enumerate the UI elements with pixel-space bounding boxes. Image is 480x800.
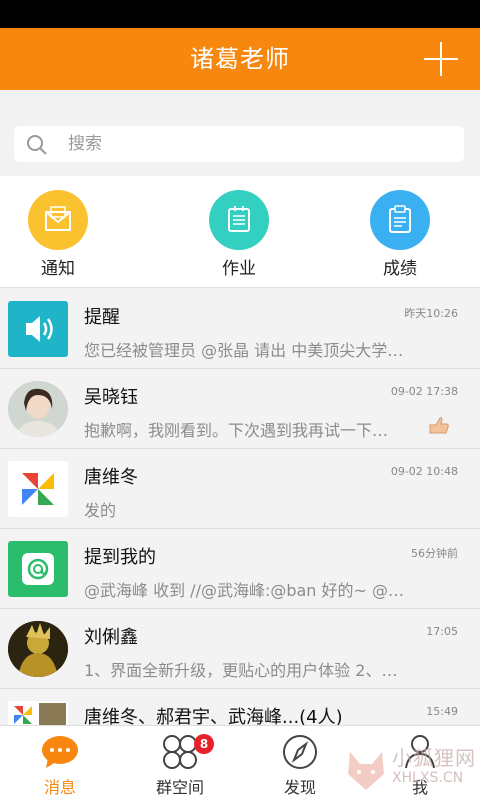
search-placeholder: 搜索 bbox=[68, 134, 102, 154]
tab-messages[interactable]: 消息 bbox=[0, 726, 120, 800]
notice-circle bbox=[28, 190, 88, 250]
shortcut-homework[interactable]: 作业 bbox=[189, 190, 289, 280]
homework-circle bbox=[209, 190, 269, 250]
search-input[interactable]: 搜索 bbox=[14, 126, 464, 162]
conversation-preview: 您已经被管理员 @张晶 请出 中美顶尖大学… bbox=[84, 341, 404, 360]
tab-discover[interactable]: 发现 bbox=[240, 726, 360, 800]
tab-me[interactable]: 我 bbox=[360, 726, 480, 800]
tab-me-label: 我 bbox=[411, 778, 428, 797]
conversation-name: 吴晓钰 bbox=[84, 387, 138, 408]
shortcut-grades[interactable]: 成绩 bbox=[350, 190, 450, 280]
status-bar bbox=[0, 0, 480, 28]
grades-circle bbox=[370, 190, 430, 250]
conversation-time: 昨天10:26 bbox=[404, 307, 458, 320]
conversation-preview: 发的 bbox=[84, 501, 117, 520]
list-item[interactable]: 唐维冬 09-02 10:48 发的 bbox=[0, 449, 480, 529]
compass-icon bbox=[283, 735, 317, 769]
bottom-tab-bar: 消息 8 群空间 发现 我 bbox=[0, 725, 480, 800]
conversation-name: 唐维冬 bbox=[84, 467, 138, 488]
list-item[interactable]: 唐维冬、郝君宇、武海峰...(4人) 15:49 bbox=[0, 689, 480, 725]
add-plus-icon[interactable] bbox=[424, 42, 458, 76]
list-item[interactable]: 吴晓钰 09-02 17:38 抱歉啊，我刚看到。下次遇到我再试一下… bbox=[0, 369, 480, 449]
group-avatar bbox=[8, 701, 68, 725]
envelope-icon bbox=[45, 206, 71, 231]
conversation-preview: @武海峰 收到 //@武海峰:@ban 好的~ @… bbox=[84, 581, 405, 600]
conversation-list: 提醒 昨天10:26 您已经被管理员 @张晶 请出 中美顶尖大学… 吴晓钰 09… bbox=[0, 289, 480, 725]
shortcut-notice-label: 通知 bbox=[41, 259, 75, 279]
clipboard-icon bbox=[389, 205, 411, 233]
list-item[interactable]: 刘俐鑫 17:05 1、界面全新升级，更贴心的用户体验 2、… bbox=[0, 609, 480, 689]
thumbs-up-emoji-icon bbox=[429, 417, 449, 434]
tab-group-space[interactable]: 8 群空间 bbox=[120, 726, 240, 800]
shortcut-homework-label: 作业 bbox=[222, 259, 256, 279]
conversation-time: 17:05 bbox=[426, 625, 458, 638]
user-photo-avatar bbox=[8, 381, 68, 437]
shortcut-bar: 通知 作业 成绩 bbox=[0, 176, 480, 288]
conversation-time: 09-02 10:48 bbox=[390, 465, 458, 478]
unread-badge: 8 bbox=[194, 734, 214, 754]
speaker-icon bbox=[8, 301, 68, 357]
conversation-name: 提醒 bbox=[84, 307, 120, 328]
list-item[interactable]: 提醒 昨天10:26 您已经被管理员 @张晶 请出 中美顶尖大学… bbox=[0, 289, 480, 369]
tab-group-space-label: 群空间 bbox=[155, 778, 204, 797]
conversation-time: 09-02 17:38 bbox=[390, 385, 458, 398]
conversation-time: 15:49 bbox=[426, 705, 458, 718]
user-photo-avatar bbox=[8, 621, 68, 677]
notepad-icon bbox=[228, 206, 250, 232]
conversation-preview: 抱歉啊，我刚看到。下次遇到我再试一下… bbox=[84, 421, 389, 440]
app-bar: 诸葛老师 bbox=[0, 28, 480, 90]
tab-messages-label: 消息 bbox=[43, 778, 76, 797]
person-icon bbox=[405, 735, 435, 769]
tab-discover-label: 发现 bbox=[283, 778, 316, 797]
page-title: 诸葛老师 bbox=[190, 45, 290, 73]
list-item[interactable]: 提到我的 56分钟前 @武海峰 收到 //@武海峰:@ban 好的~ @… bbox=[0, 529, 480, 609]
shortcut-grades-label: 成绩 bbox=[383, 259, 417, 279]
conversation-time: 56分钟前 bbox=[411, 547, 458, 560]
conversation-name: 提到我的 bbox=[84, 547, 156, 568]
conversation-preview: 1、界面全新升级，更贴心的用户体验 2、… bbox=[84, 661, 398, 680]
search-area: 搜索 bbox=[0, 110, 480, 176]
conversation-name: 刘俐鑫 bbox=[84, 627, 138, 648]
shortcut-notice[interactable]: 通知 bbox=[8, 190, 108, 280]
conversation-name: 唐维冬、郝君宇、武海峰...(4人) bbox=[84, 707, 343, 725]
chat-bubble-icon bbox=[42, 736, 78, 768]
search-icon bbox=[27, 135, 47, 155]
at-icon bbox=[8, 541, 68, 597]
pinwheel-icon bbox=[8, 461, 68, 517]
